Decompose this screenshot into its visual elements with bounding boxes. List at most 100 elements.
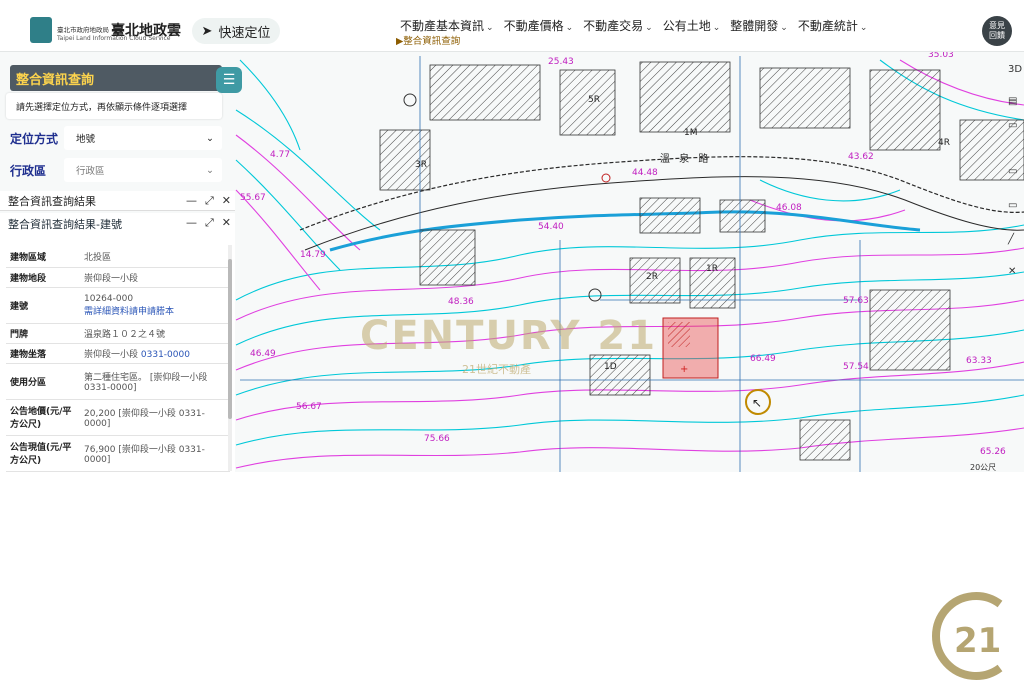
nav-item-transaction[interactable]: 不動產交易 ⌄ [583,17,653,34]
elevation-label: 57.63 [843,296,869,306]
breadcrumb[interactable]: ▶整合資訊查詢 [396,33,460,47]
row-value: 北投區 [80,247,230,268]
scrollbar-thumb[interactable] [228,259,232,419]
table-row: 公告現值(元/平方公尺) 76,900 [崇仰段一小段 0331-0000] [6,435,230,472]
quick-locate-label: 快速定位 [218,25,271,41]
row-value: 崇仰段一小段 [80,267,230,288]
screenshot-icon[interactable]: ▭ [1008,200,1024,216]
chevron-down-icon: ⌄ [486,23,494,33]
browser-screen: + ↖ 溫 泉 路 25.43 35.03 44.48 43.62 46.08 … [0,0,1024,472]
row-value: 溫泉路１０２之４號 [80,323,230,344]
logo-number: 21 [954,621,1001,661]
maximize-icon[interactable]: ⤢ [205,194,214,208]
nav-item-statistics[interactable]: 不動產統計 ⌄ [798,17,868,34]
quick-locate-button[interactable]: ➤ 快速定位 [192,18,280,44]
layers-icon[interactable]: ▤ [1008,96,1024,112]
nav-label: 公有土地 [662,19,711,33]
minimize-icon[interactable]: — [186,194,197,208]
close-icon[interactable]: ✕ [222,194,231,208]
elevation-label: 25.43 [548,57,574,67]
nav-label: 不動產統計 [797,19,858,33]
century21-logo: 21 [932,592,1003,680]
chevron-down-icon: ⌄ [565,23,574,33]
chevron-down-icon: ⌄ [780,23,788,33]
parcel-link[interactable]: 0331-0000 [141,350,190,360]
table-row: 公告地價(元/平方公尺) 20,200 [崇仰段一小段 0331-0000] [6,399,230,436]
district-label: 行政區 [10,163,47,178]
row-value: 第二種住宅區。 [崇仰段一小段 0331-0000] [80,363,230,400]
row-value: 20,200 [崇仰段一小段 0331-0000] [80,399,230,436]
chevron-down-icon: ⌄ [859,23,868,33]
org-name: 臺北市政府地政局 [57,26,109,34]
elevation-label: 55.67 [240,193,266,203]
result-table: 建物區域 北投區 建物地段 崇仰段一小段 建號 10264-000 需詳細資料請… [6,247,230,472]
elevation-label: 65.26 [980,447,1006,457]
close-icon[interactable]: ✕ [222,216,231,230]
table-row: 建物地段 崇仰段一小段 [6,267,230,288]
building-mark: 5R [588,95,600,105]
maximize-icon[interactable]: ⤢ [205,216,214,230]
request-transcript-link[interactable]: 需詳細資料請申請謄本 [84,304,226,317]
app-title-en: Taipei Land Information Cloud Service [57,35,171,42]
menu-collapse-icon[interactable]: ☰ [216,67,242,93]
elevation-label: 14.79 [300,250,326,260]
row-value: 10264-000 需詳細資料請申請謄本 [80,287,230,324]
panel-hint: 請先選擇定位方式，再依顯示條件逐項選擇 [6,93,222,119]
elevation-label: 46.08 [776,203,802,213]
feedback-button[interactable]: 意見 回饋 [982,16,1012,46]
nav-item-public-land[interactable]: 公有土地 ⌄ [663,17,721,34]
elevation-label: 56.67 [296,402,322,412]
draw-icon[interactable]: ╱ [1008,234,1024,250]
row-value: 76,900 [崇仰段一小段 0331-0000] [80,435,230,472]
result-window-bar: 整合資訊查詢結果 — ⤢ ✕ [0,191,235,211]
panel-title: 整合資訊查詢 [10,65,222,91]
print-icon[interactable]: ▭ [1008,166,1024,182]
navigate-arrow-icon: ➤ [201,23,213,39]
top-navbar: 臺北市政府地政局 臺北地政雲 Taipei Land Information C… [0,0,1024,52]
building-mark: 3R [415,160,427,170]
row-key: 建物坐落 [6,343,80,364]
window-controls: — ⤢ ✕ [186,216,231,230]
result-scrollbar[interactable] [228,245,232,471]
building-mark: 1D [604,362,617,372]
feedback-label-1: 意見 [989,21,1005,30]
result-bar-title: 整合資訊查詢結果 [8,194,96,208]
row-key: 建物區域 [6,247,80,268]
nav-label: 整體開發 [730,19,779,33]
elevation-label: 75.66 [424,434,450,444]
feedback-label-2: 回饋 [989,31,1005,40]
nav-label: 不動產基本資訊 [400,19,485,33]
elevation-label: 48.36 [448,297,474,307]
building-mark: 2R [646,272,658,282]
elevation-label: 44.48 [632,168,658,178]
nav-item-price[interactable]: 不動產價格 ⌄ [504,17,574,34]
3d-toggle[interactable]: 3D [1008,64,1024,80]
chevron-down-icon: ⌄ [645,23,653,33]
table-row: 建物區域 北投區 [6,247,230,268]
district-select[interactable]: 行政區 ⌄ [64,158,222,182]
scale-bar: 20公尺 [970,463,997,472]
locate-method-select[interactable]: 地號 ⌄ [64,126,222,150]
building-mark: 4R [938,138,950,148]
nav-label: 不動產交易 [583,19,644,33]
nav-item-development[interactable]: 整體開發 ⌄ [730,17,788,34]
result-detail-panel: 整合資訊查詢結果-建號 — ⤢ ✕ 建物區域 北投區 建物地段 崇仰段一小段 建… [0,213,235,472]
road-label: 溫 泉 路 [660,154,712,165]
measure-icon[interactable]: ▭ [1008,120,1024,136]
row-key: 建號 [6,287,80,324]
query-panel: 整合資訊查詢 ☰ 請先選擇定位方式，再依顯示條件逐項選擇 定位方式 地號 ⌄ 行… [0,60,242,472]
minimize-icon[interactable]: — [186,216,197,230]
elevation-label: 4.77 [270,150,291,160]
locate-method-label: 定位方式 [10,131,59,146]
row-key: 公告地價(元/平方公尺) [6,399,80,436]
elevation-label: 46.49 [250,349,276,359]
tool-icon[interactable]: ✕ [1008,266,1024,282]
app: + ↖ 溫 泉 路 25.43 35.03 44.48 43.62 46.08 … [0,0,1024,688]
district-placeholder: 行政區 [76,166,105,177]
elevation-label: 63.33 [966,356,992,366]
svg-text:↖: ↖ [752,396,762,410]
chevron-down-icon: ⌄ [206,164,214,176]
row-key: 建物地段 [6,267,80,288]
result-detail-title: 整合資訊查詢結果-建號 [8,218,122,231]
nav-item-basic-info[interactable]: 不動產基本資訊 ⌄ [400,17,494,34]
